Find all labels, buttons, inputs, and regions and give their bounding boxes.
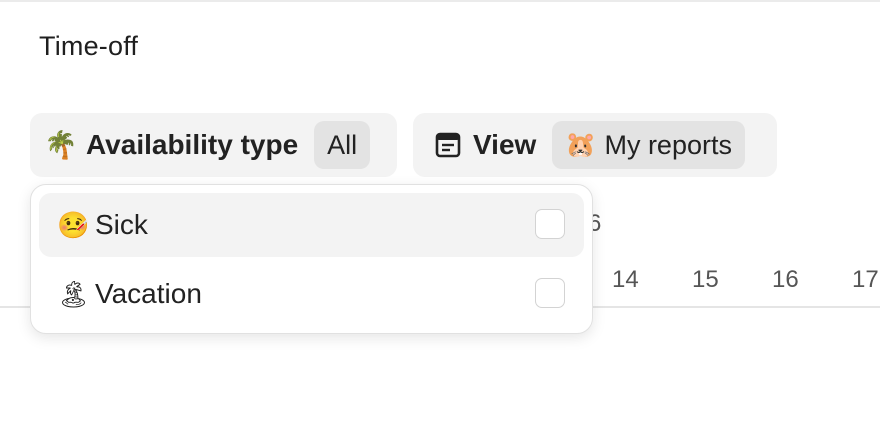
availability-type-value[interactable]: All <box>314 121 371 169</box>
availability-type-dropdown: 🤒 Sick 🏝 Vacation <box>30 184 593 334</box>
day-label: 14 <box>612 266 639 293</box>
page-title: Time-off <box>39 31 139 61</box>
sick-face-icon: 🤒 <box>57 209 90 240</box>
option-label: Sick <box>95 209 148 240</box>
top-divider <box>0 0 880 2</box>
option-sick[interactable]: 🤒 Sick <box>39 193 584 257</box>
view-filter[interactable]: View 🐹 My reports <box>413 113 777 177</box>
option-label: Vacation <box>95 278 202 309</box>
option-vacation[interactable]: 🏝 Vacation <box>39 262 584 326</box>
day-label: 17 <box>852 266 879 293</box>
day-label: 16 <box>772 266 799 293</box>
view-value[interactable]: 🐹 My reports <box>552 121 745 169</box>
calendar-list-icon <box>431 128 465 162</box>
island-icon: 🏝 <box>57 278 91 309</box>
hamster-icon: 🐹 <box>565 130 597 159</box>
availability-type-filter[interactable]: 🌴 Availability type All <box>30 113 397 177</box>
day-label: 15 <box>692 266 719 293</box>
view-label: View <box>473 129 537 160</box>
view-value-label: My reports <box>604 129 732 160</box>
availability-type-label: Availability type <box>86 129 299 160</box>
palm-tree-icon: 🌴 <box>44 130 78 160</box>
sick-checkbox[interactable] <box>535 209 565 239</box>
vacation-checkbox[interactable] <box>535 278 565 308</box>
